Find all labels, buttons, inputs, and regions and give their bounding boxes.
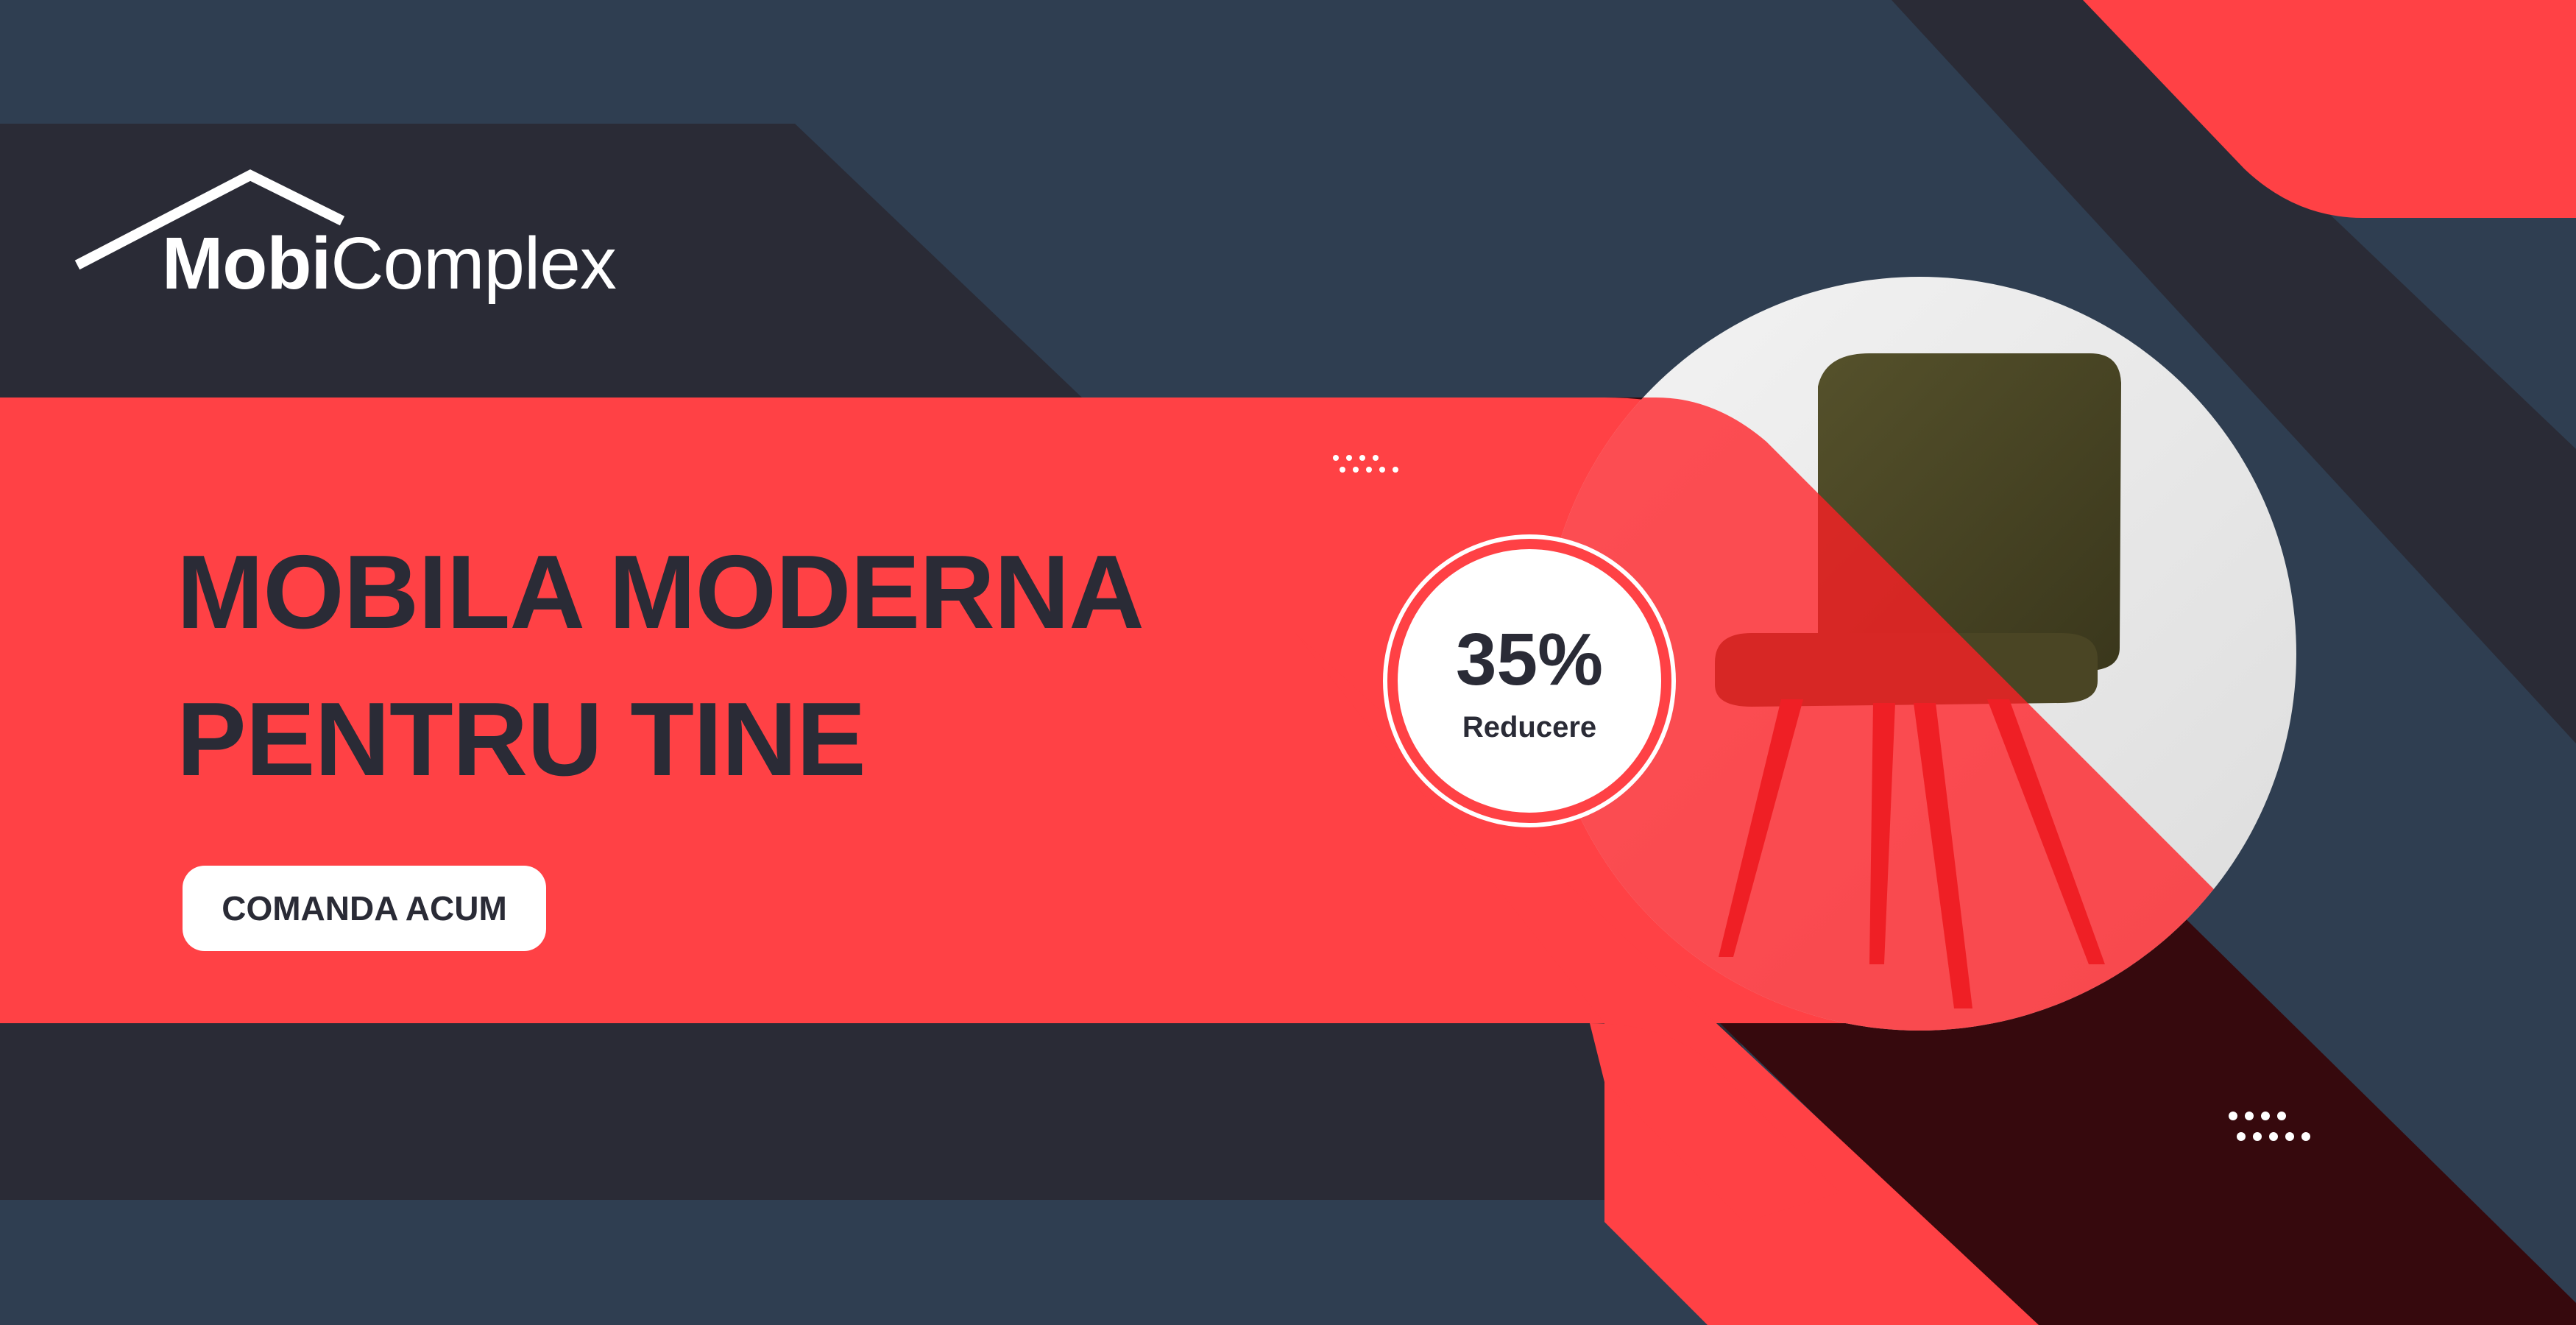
discount-badge: 35% Reducere [1387,539,1671,823]
promo-banner: MobiComplex MOBILA MODERNA PENTRU TINE C… [0,0,2576,1325]
order-now-button[interactable]: COMANDA ACUM [183,866,546,951]
discount-label: Reducere [1462,711,1597,743]
dark-footer-band [0,1023,1825,1200]
headline-line-1: MOBILA MODERNA [177,534,1144,651]
brand-logo: MobiComplex [74,169,648,317]
discount-value: 35% [1455,618,1604,701]
headline: MOBILA MODERNA PENTRU TINE [177,519,1144,813]
headline-line-2: PENTRU TINE [177,681,866,798]
brand-name: MobiComplex [162,222,617,305]
